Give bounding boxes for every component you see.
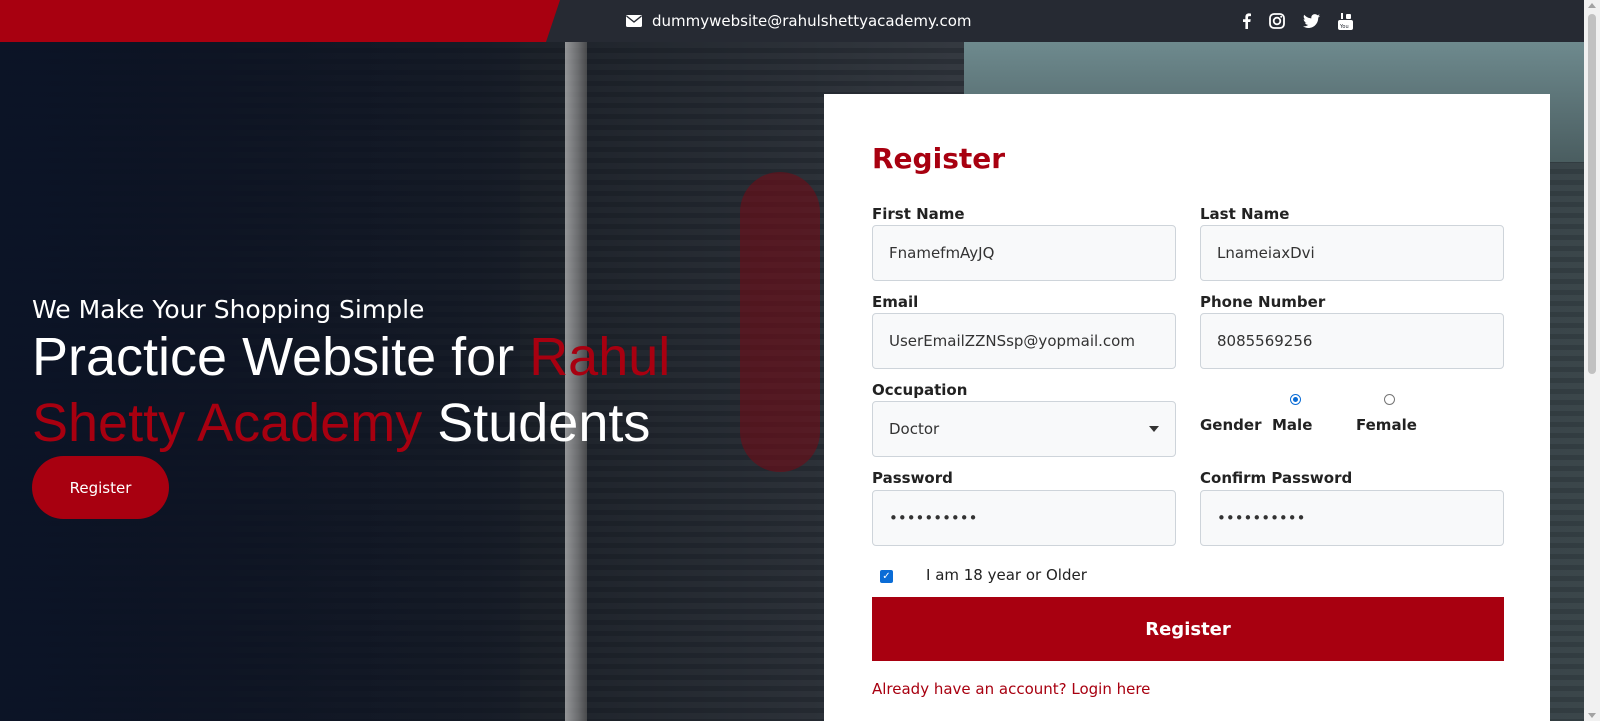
form-heading: Register	[872, 142, 1006, 175]
gender-male-radio[interactable]	[1290, 394, 1301, 405]
contact-email-text: dummywebsite@rahulshettyacademy.com	[652, 12, 972, 30]
gender-label: Gender	[1200, 416, 1262, 434]
confirm-password-input[interactable]: ••••••••••	[1200, 490, 1504, 546]
scroll-up-icon[interactable]	[1588, 3, 1596, 8]
svg-text:You: You	[1339, 24, 1349, 30]
gender-male-label: Male	[1272, 416, 1313, 434]
twitter-icon[interactable]	[1303, 14, 1320, 28]
email-label: Email	[872, 293, 919, 311]
scroll-down-icon[interactable]	[1588, 713, 1596, 718]
password-input[interactable]: ••••••••••	[872, 490, 1176, 546]
occupation-label: Occupation	[872, 381, 968, 399]
chevron-down-icon	[1149, 426, 1159, 432]
hero-subtitle: We Make Your Shopping Simple	[32, 295, 425, 324]
password-label: Password	[872, 469, 953, 487]
first-name-input[interactable]: FnamefmAyJQ	[872, 225, 1176, 281]
age-checkbox-label: I am 18 year or Older	[926, 566, 1087, 584]
facebook-icon[interactable]	[1242, 13, 1251, 29]
submit-register-button[interactable]: Register	[872, 597, 1504, 661]
instagram-icon[interactable]	[1269, 13, 1285, 29]
hero-background-sign	[740, 172, 820, 472]
first-name-label: First Name	[872, 205, 965, 223]
registration-form: Register First Name FnamefmAyJQ Last Nam…	[824, 94, 1550, 721]
hero-register-button[interactable]: Register	[32, 456, 169, 519]
last-name-input[interactable]: LnameiaxDvi	[1200, 225, 1504, 281]
brand-red-tab	[0, 0, 560, 42]
envelope-icon	[626, 15, 642, 27]
hero-title-part1: Practice Website for	[32, 327, 530, 387]
confirm-password-label: Confirm Password	[1200, 469, 1353, 487]
youtube-icon[interactable]: You	[1338, 12, 1353, 30]
login-link[interactable]: Already have an account? Login here	[872, 680, 1150, 698]
gender-female-label: Female	[1356, 416, 1417, 434]
top-bar: dummywebsite@rahulshettyacademy.com You	[0, 0, 1584, 42]
social-links: You	[1242, 0, 1353, 42]
contact-email[interactable]: dummywebsite@rahulshettyacademy.com	[626, 0, 972, 42]
hero-title-part2: Students	[422, 393, 651, 453]
phone-input[interactable]: 8085569256	[1200, 313, 1504, 369]
scrollbar-thumb[interactable]	[1588, 14, 1596, 374]
page-scrollbar[interactable]	[1584, 0, 1600, 721]
occupation-select[interactable]: Doctor	[872, 401, 1176, 457]
occupation-selected-value: Doctor	[889, 420, 940, 438]
hero-text: We Make Your Shopping Simple Practice We…	[32, 295, 752, 456]
email-input[interactable]: UserEmailZZNSsp@yopmail.com	[872, 313, 1176, 369]
age-checkbox[interactable]: ✓	[880, 570, 893, 583]
gender-female-radio[interactable]	[1384, 394, 1395, 405]
phone-label: Phone Number	[1200, 293, 1326, 311]
last-name-label: Last Name	[1200, 205, 1290, 223]
hero-title: Practice Website for Rahul Shetty Academ…	[32, 324, 752, 456]
